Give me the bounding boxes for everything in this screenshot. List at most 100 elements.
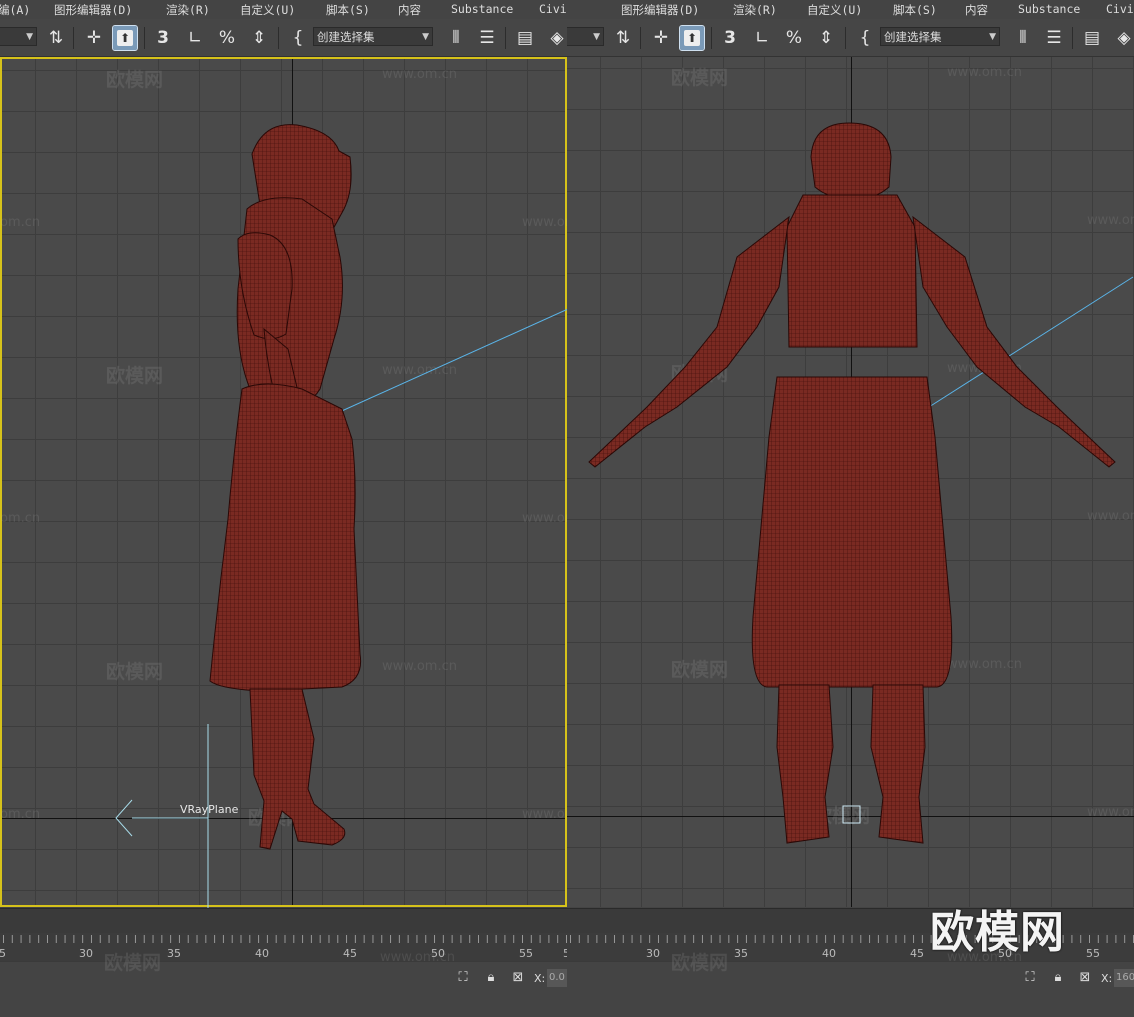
menu-item-civil[interactable]: Civil bbox=[539, 2, 567, 16]
lock-icon[interactable]: 🔒︎ bbox=[483, 970, 499, 986]
viewport-left[interactable]: 欧模网 www.om.cn om.cn 欧模网 www.om.cn 欧模网 ww… bbox=[0, 57, 567, 909]
layer-explorer-icon[interactable]: ◈ bbox=[545, 26, 567, 50]
move-icon[interactable]: ✛ bbox=[82, 26, 106, 50]
menu-item-content[interactable]: 内容 bbox=[965, 2, 988, 18]
snap-3d-icon[interactable]: 3 bbox=[718, 26, 742, 50]
vray-plane-label: VRayPlane bbox=[180, 803, 239, 816]
status-bar: 欧模网 www.om.cn ⛶ 🔒︎ ⊠ X: 160 bbox=[567, 950, 1134, 1017]
menu-item-scripting[interactable]: 脚本(S) bbox=[893, 2, 937, 18]
move-icon[interactable]: ✛ bbox=[649, 26, 673, 50]
menu-item-edit[interactable]: 编(A) bbox=[0, 2, 30, 18]
separator bbox=[711, 27, 712, 49]
named-selection-brackets-icon[interactable]: { bbox=[286, 26, 310, 50]
selection-filter-icon[interactable]: ⇅ bbox=[44, 26, 68, 50]
select-object-icon[interactable]: ⬆ bbox=[679, 25, 705, 51]
character-side-mesh[interactable] bbox=[209, 124, 362, 850]
named-selection-label: 创建选择集 bbox=[884, 30, 942, 44]
align-icon[interactable]: ☰ bbox=[475, 26, 499, 50]
percent-snap-icon[interactable]: % bbox=[782, 26, 806, 50]
menu-item-rendering[interactable]: 渲染(R) bbox=[733, 2, 777, 18]
menu-item-graph-editor[interactable]: 图形编辑器(D) bbox=[621, 2, 699, 18]
snap-3d-icon[interactable]: 3 bbox=[151, 26, 175, 50]
chevron-down-icon: ▼ bbox=[422, 32, 429, 42]
timeline-tick-label: 30 bbox=[646, 947, 660, 960]
selection-filter-icon[interactable]: ⇅ bbox=[611, 26, 635, 50]
vray-plane-arrow-icon bbox=[115, 799, 133, 837]
scene-side-view bbox=[115, 124, 567, 909]
chevron-down-icon: ▼ bbox=[26, 32, 33, 42]
left-window: 编(A) 图形编辑器(D) 渲染(R) 自定义(U) 脚本(S) 内容 Subs… bbox=[0, 0, 567, 1017]
layer-explorer-icon[interactable]: ◈ bbox=[1112, 26, 1134, 50]
isolate-selection-icon[interactable]: ⛶ bbox=[455, 970, 471, 986]
separator bbox=[845, 27, 846, 49]
light-target-line[interactable] bbox=[323, 308, 567, 420]
brand-logo-text: 欧模网 bbox=[930, 907, 1065, 958]
angle-snap-icon[interactable]: ∟ bbox=[750, 26, 774, 50]
menu-item-substance[interactable]: Substance bbox=[451, 2, 513, 16]
snap-digit: 3 bbox=[724, 28, 736, 48]
timeline-tick-label: 35 bbox=[167, 947, 181, 960]
mirror-icon[interactable]: ⫴ bbox=[444, 26, 468, 50]
timeline-tick-label: 30 bbox=[79, 947, 93, 960]
spinner-snap-icon[interactable]: ⇕ bbox=[247, 26, 271, 50]
chevron-down-icon: ▼ bbox=[593, 32, 600, 42]
select-object-icon[interactable]: ⬆ bbox=[112, 25, 138, 51]
timeline[interactable]: 5 30 35 40 45 50 55 5 bbox=[0, 908, 567, 963]
named-selection-dropdown[interactable]: 创建选择集 ▼ bbox=[880, 27, 1000, 46]
main-toolbar: ▼ ⇅ ✛ ⬆ 3 ∟ % ⇕ { 创建选择集 ▼ ⫴ ☰ ▤ ◈ bbox=[567, 19, 1134, 57]
main-toolbar: ▼ ⇅ ✛ ⬆ 3 ∟ % ⇕ { 创建选择集 ▼ ⫴ ☰ ▤ ◈ bbox=[0, 19, 567, 57]
scene-explorer-icon[interactable]: ▤ bbox=[513, 26, 537, 50]
align-icon[interactable]: ☰ bbox=[1042, 26, 1066, 50]
timeline-tick-label: 5 bbox=[0, 947, 6, 960]
separator bbox=[505, 27, 506, 49]
separator bbox=[73, 27, 74, 49]
menu-bar: 编(A) 图形编辑器(D) 渲染(R) 自定义(U) 脚本(S) 内容 Subs… bbox=[0, 0, 567, 19]
angle-snap-icon[interactable]: ∟ bbox=[183, 26, 207, 50]
menu-item-civil[interactable]: Civi bbox=[1106, 2, 1134, 16]
absolute-mode-icon[interactable]: ⊠ bbox=[1077, 970, 1093, 986]
absolute-mode-icon[interactable]: ⊠ bbox=[510, 970, 526, 986]
status-bar: 欧模网 www.om.cn ⛶ 🔒︎ ⊠ X: 0.0 bbox=[0, 950, 567, 1017]
timeline-tick-label: 45 bbox=[910, 947, 924, 960]
lock-icon[interactable]: 🔒︎ bbox=[1050, 970, 1066, 986]
menu-item-substance[interactable]: Substance bbox=[1018, 2, 1080, 16]
timeline-tick-label: 50 bbox=[431, 947, 445, 960]
selection-filter-dropdown[interactable]: ▼ bbox=[567, 27, 604, 46]
timeline-tick-label: 35 bbox=[734, 947, 748, 960]
spinner-snap-icon[interactable]: ⇕ bbox=[814, 26, 838, 50]
timeline-tick-label: 40 bbox=[822, 947, 836, 960]
selection-filter-dropdown[interactable]: ▼ bbox=[0, 27, 37, 46]
timeline-tick-label: 45 bbox=[343, 947, 357, 960]
separator bbox=[1072, 27, 1073, 49]
named-selection-brackets-icon[interactable]: { bbox=[853, 26, 877, 50]
menu-item-rendering[interactable]: 渲染(R) bbox=[166, 2, 210, 18]
separator bbox=[144, 27, 145, 49]
vray-plane-box-gizmo[interactable] bbox=[842, 805, 861, 824]
menu-item-customize[interactable]: 自定义(U) bbox=[240, 2, 295, 18]
scene-explorer-icon[interactable]: ▤ bbox=[1080, 26, 1104, 50]
viewport-right[interactable]: 欧模网 www.om.cn 欧模网 www.om.cn 欧模网 www.om.c… bbox=[567, 57, 1134, 907]
percent-snap-icon[interactable]: % bbox=[215, 26, 239, 50]
isolate-selection-icon[interactable]: ⛶ bbox=[1022, 970, 1038, 986]
menu-item-customize[interactable]: 自定义(U) bbox=[807, 2, 862, 18]
scene-front-view bbox=[588, 122, 1134, 844]
timeline-tick-label: 40 bbox=[255, 947, 269, 960]
chevron-down-icon: ▼ bbox=[989, 32, 996, 42]
named-selection-label: 创建选择集 bbox=[317, 30, 375, 44]
x-coordinate-label: X: bbox=[534, 972, 546, 985]
timeline-tick-label: 55 bbox=[1086, 947, 1100, 960]
x-coordinate-label: X: bbox=[1101, 972, 1113, 985]
right-window: 图形编辑器(D) 渲染(R) 自定义(U) 脚本(S) 内容 Substance… bbox=[567, 0, 1134, 1017]
separator bbox=[278, 27, 279, 49]
named-selection-dropdown[interactable]: 创建选择集 ▼ bbox=[313, 27, 433, 46]
character-front-mesh[interactable] bbox=[588, 122, 1116, 844]
timeline-ticks bbox=[0, 933, 567, 943]
x-coordinate-field[interactable]: 0.0 bbox=[547, 969, 567, 987]
mirror-icon[interactable]: ⫴ bbox=[1011, 26, 1035, 50]
menu-item-graph-editor[interactable]: 图形编辑器(D) bbox=[54, 2, 132, 18]
menu-item-content[interactable]: 内容 bbox=[398, 2, 421, 18]
separator bbox=[640, 27, 641, 49]
x-coordinate-field[interactable]: 160 bbox=[1114, 969, 1134, 987]
snap-digit: 3 bbox=[157, 28, 169, 48]
menu-item-scripting[interactable]: 脚本(S) bbox=[326, 2, 370, 18]
